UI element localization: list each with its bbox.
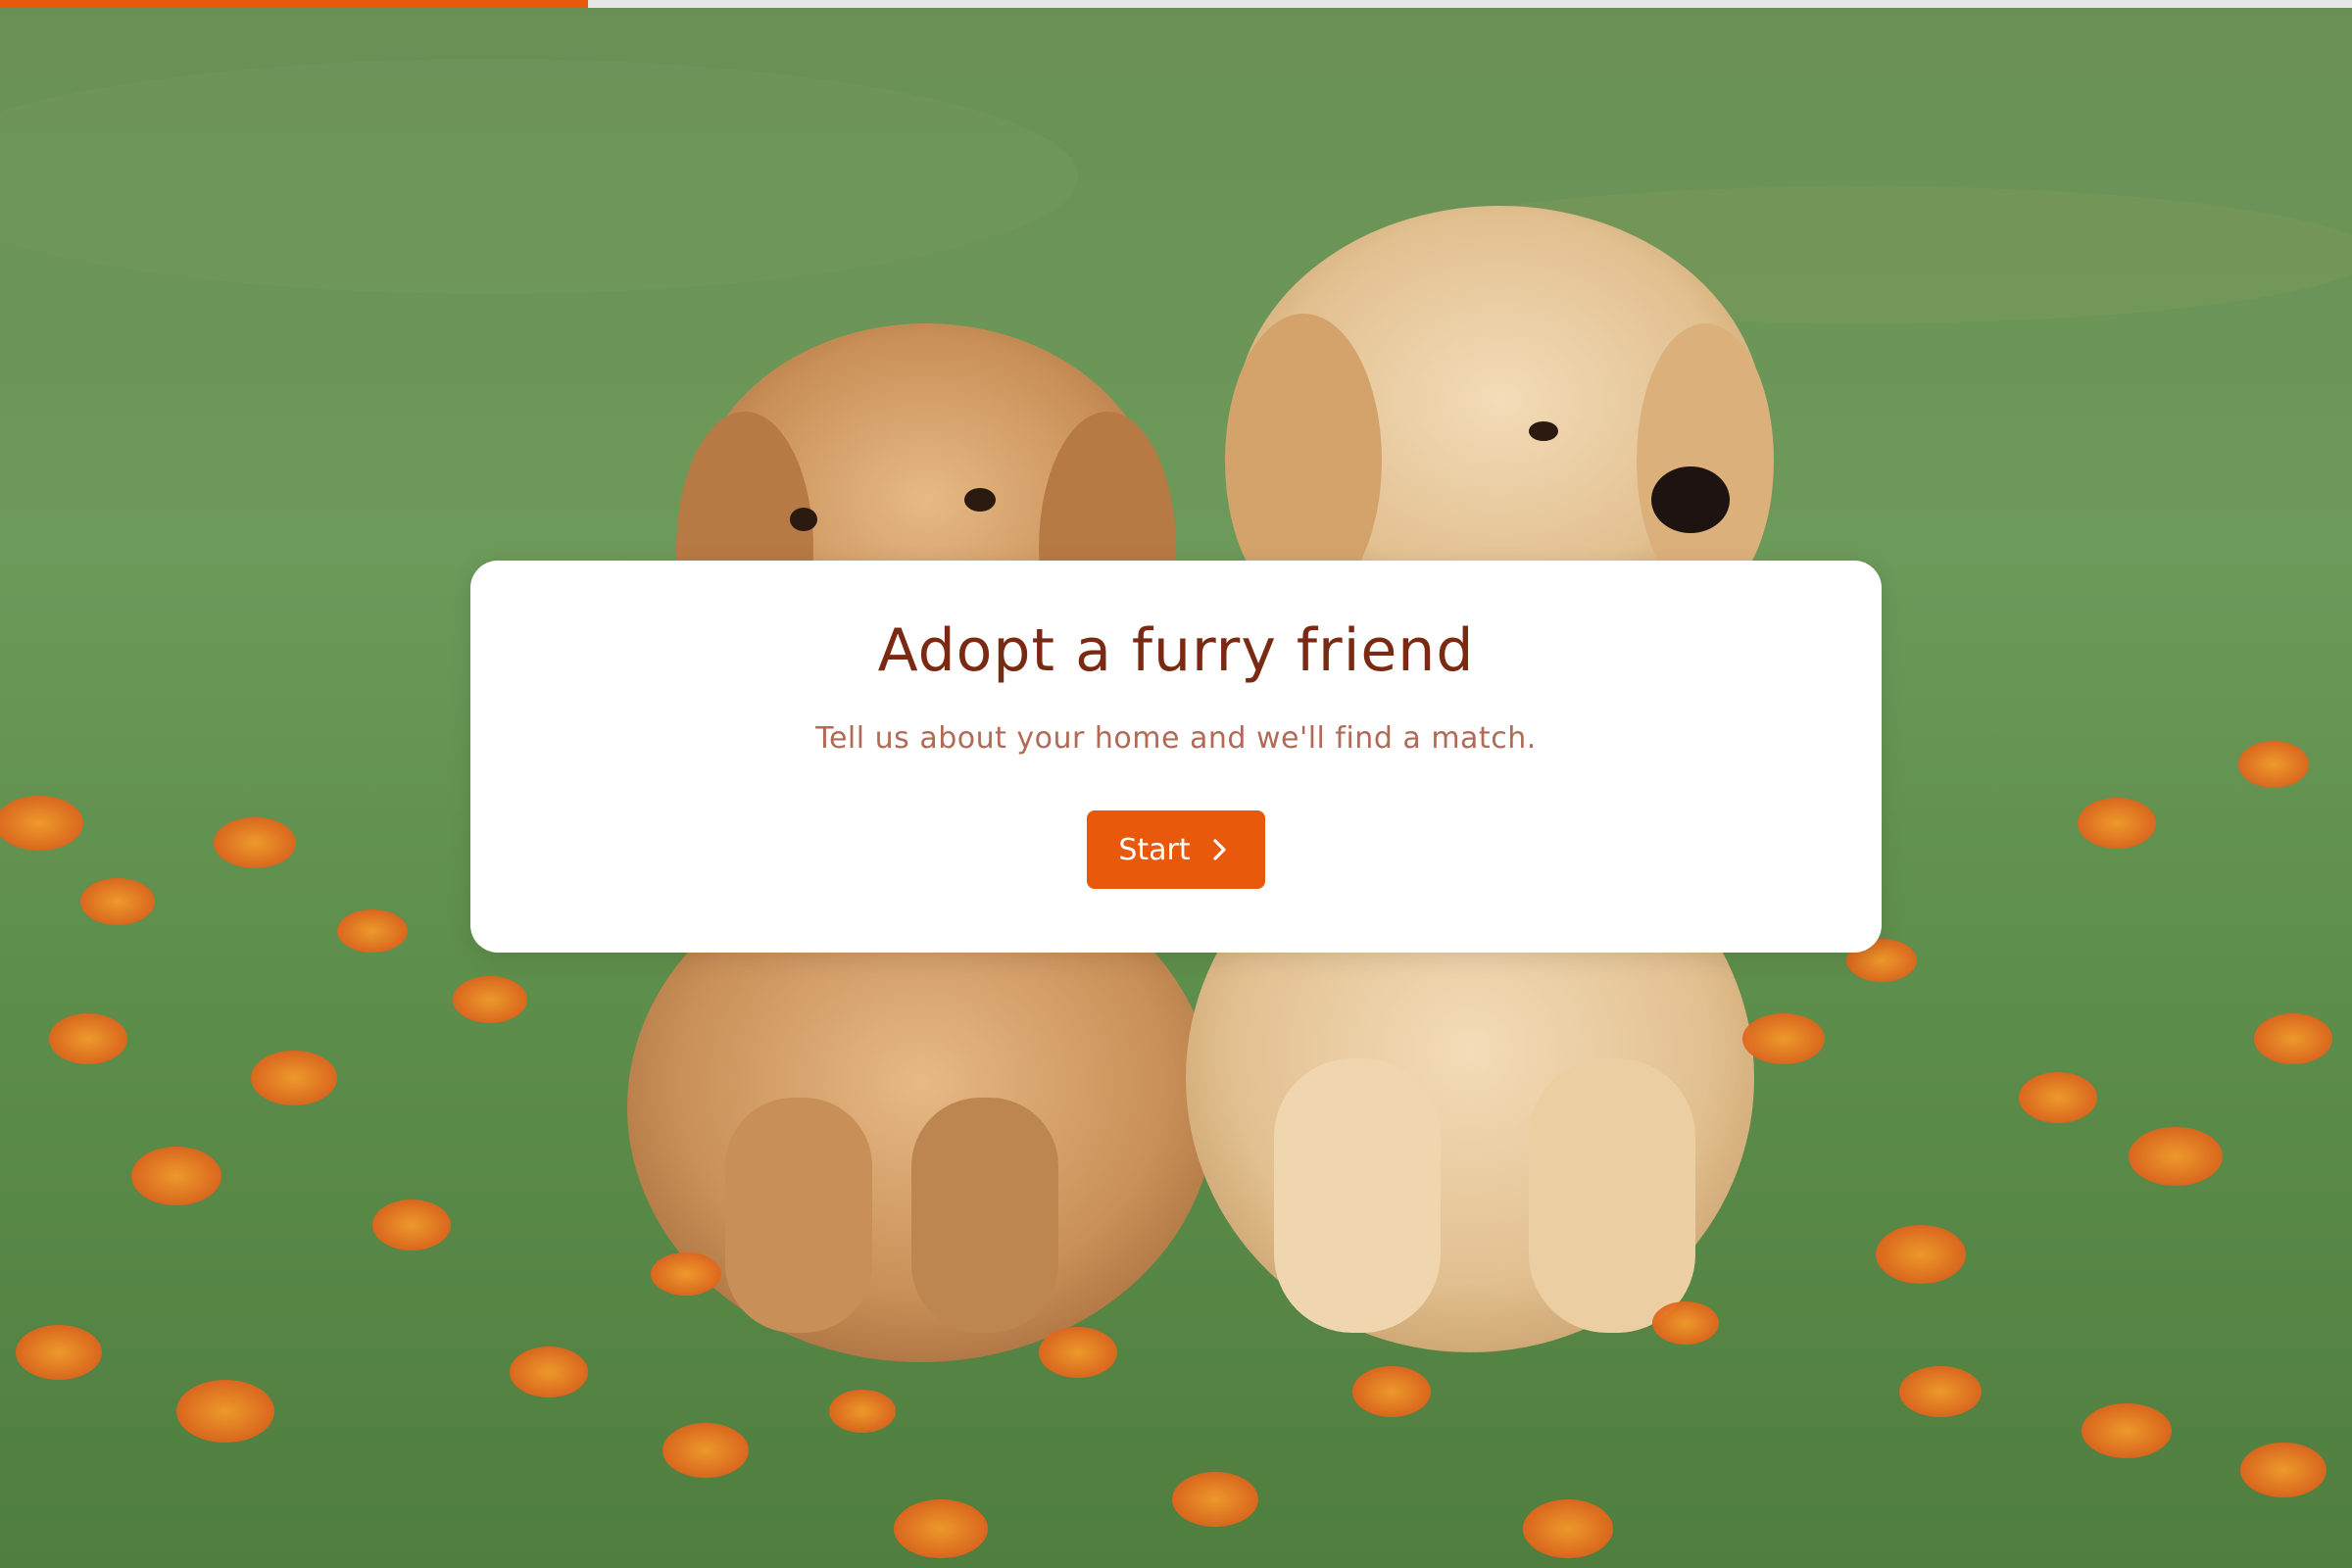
progress-bar-fill — [0, 0, 588, 8]
start-button[interactable]: Start — [1087, 810, 1265, 889]
chevron-right-icon — [1213, 839, 1226, 860]
page-title: Adopt a furry friend — [877, 616, 1475, 685]
page-subtitle: Tell us about your home and we'll find a… — [815, 721, 1537, 756]
progress-bar — [0, 0, 2352, 8]
welcome-screen: Adopt a furry friend Tell us about your … — [0, 0, 2352, 1568]
start-button-label: Start — [1118, 832, 1191, 867]
welcome-card: Adopt a furry friend Tell us about your … — [470, 561, 1882, 953]
